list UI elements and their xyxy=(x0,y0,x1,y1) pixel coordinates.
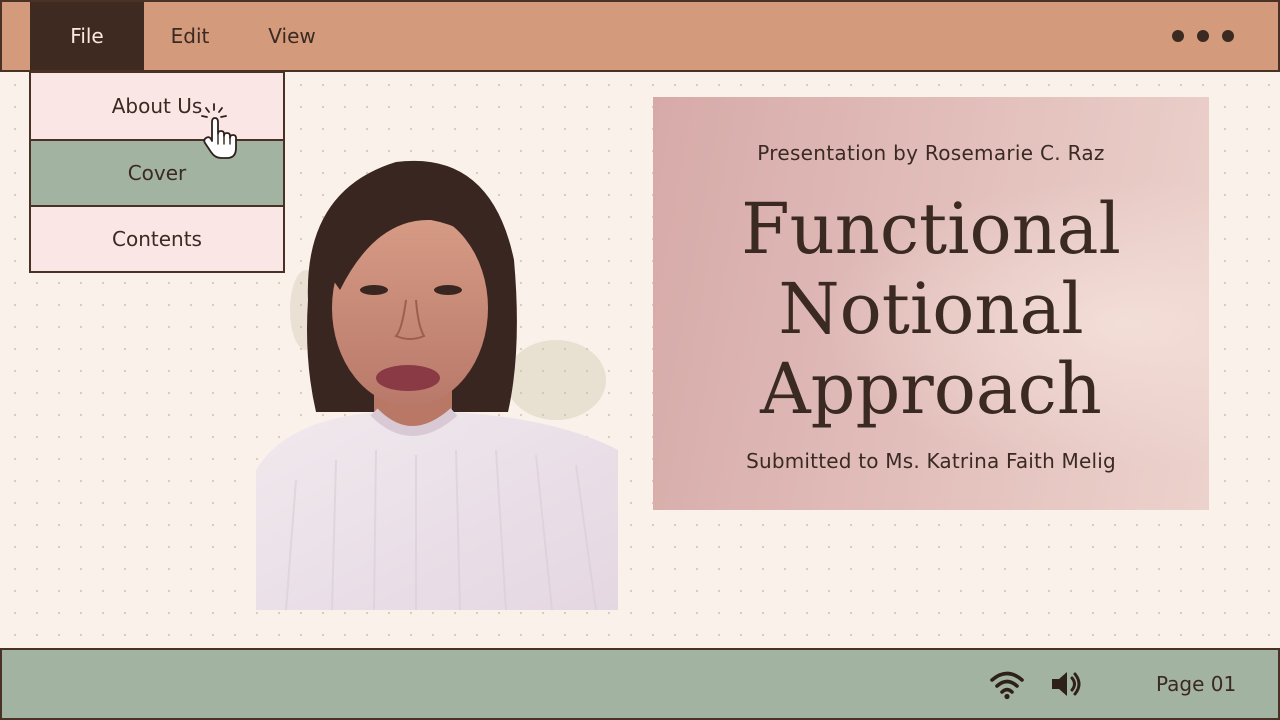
cover-title-card: Presentation by Rosemarie C. Raz Functio… xyxy=(653,97,1209,510)
presentation-byline: Presentation by Rosemarie C. Raz xyxy=(757,141,1105,165)
submitted-to-line: Submitted to Ms. Katrina Faith Melig xyxy=(746,449,1116,473)
title-line-1: Functional xyxy=(741,188,1121,270)
dot xyxy=(1222,30,1234,42)
ellipsis-icon[interactable] xyxy=(1172,30,1234,42)
title-line-3: Approach xyxy=(760,348,1102,430)
wifi-icon[interactable] xyxy=(989,668,1025,700)
menu-edit[interactable]: Edit xyxy=(144,2,236,70)
bottom-statusbar: Page 01 xyxy=(0,648,1280,720)
hand-pointer-icon xyxy=(201,103,237,159)
menu-item-about-us[interactable]: About Us xyxy=(31,73,283,139)
title-line-2: Notional xyxy=(778,268,1084,350)
menu-item-contents[interactable]: Contents xyxy=(31,205,283,271)
dot xyxy=(1172,30,1184,42)
dot xyxy=(1197,30,1209,42)
menu-item-cover[interactable]: Cover xyxy=(31,139,283,205)
file-dropdown-menu: About Us Cover Contents xyxy=(29,71,285,273)
presenter-video xyxy=(256,150,618,610)
presentation-title: Functional Notional Approach xyxy=(653,189,1209,429)
presenter-image xyxy=(256,160,618,610)
page-number-label: Page 01 xyxy=(1156,672,1237,696)
menu-view[interactable]: View xyxy=(236,2,348,70)
speaker-icon[interactable] xyxy=(1049,668,1083,700)
top-menubar: File Edit View xyxy=(0,0,1280,72)
menu-file[interactable]: File xyxy=(30,2,144,70)
